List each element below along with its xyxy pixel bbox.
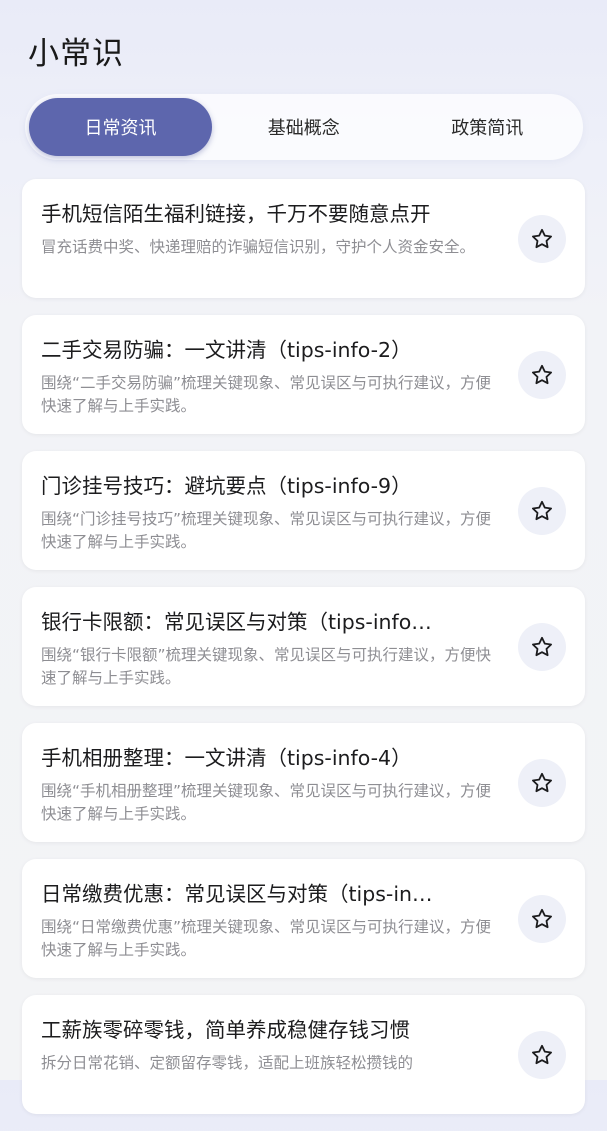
favorite-button[interactable] bbox=[518, 1031, 566, 1079]
article-card[interactable]: 二手交易防骗：一文讲清（tips-info-2） 围绕“二手交易防骗”梳理关键现… bbox=[22, 315, 585, 434]
article-description: 围绕“日常缴费优惠”梳理关键现象、常见误区与可执行建议，方便快速了解与上手实践。 bbox=[41, 918, 492, 959]
article-card[interactable]: 银行卡限额：常见误区与对策（tips-info… 围绕“银行卡限额”梳理关键现象… bbox=[22, 587, 585, 706]
favorite-button[interactable] bbox=[518, 487, 566, 535]
article-list: 手机短信陌生福利链接，千万不要随意点开 冒充话费中奖、快递理赔的诈骗短信识别，守… bbox=[22, 179, 585, 1131]
article-card[interactable]: 手机短信陌生福利链接，千万不要随意点开 冒充话费中奖、快递理赔的诈骗短信识别，守… bbox=[22, 179, 585, 298]
article-title: 工薪族零碎零钱，简单养成稳健存钱习惯 bbox=[41, 1018, 410, 1042]
article-title: 日常缴费优惠：常见误区与对策（tips-in… bbox=[41, 882, 433, 906]
star-outline-icon bbox=[532, 772, 552, 793]
tab-daily-news[interactable]: 日常资讯 bbox=[29, 98, 212, 156]
article-title: 银行卡限额：常见误区与对策（tips-info… bbox=[41, 610, 432, 634]
article-description: 冒充话费中奖、快递理赔的诈骗短信识别，守护个人资金安全。 bbox=[41, 238, 476, 256]
favorite-button[interactable] bbox=[518, 351, 566, 399]
favorite-button[interactable] bbox=[518, 759, 566, 807]
star-outline-icon bbox=[532, 1044, 552, 1065]
star-outline-icon bbox=[532, 228, 552, 249]
star-outline-icon bbox=[532, 500, 552, 521]
favorite-button[interactable] bbox=[518, 623, 566, 671]
article-title: 门诊挂号技巧：避坑要点（tips-info-9） bbox=[41, 474, 412, 498]
star-outline-icon bbox=[532, 636, 552, 657]
article-title: 手机短信陌生福利链接，千万不要随意点开 bbox=[41, 202, 431, 226]
article-description: 拆分日常花销、定额留存零钱，适配上班族轻松攒钱的 bbox=[41, 1054, 414, 1072]
article-card[interactable]: 工薪族零碎零钱，简单养成稳健存钱习惯 拆分日常花销、定额留存零钱，适配上班族轻松… bbox=[22, 995, 585, 1114]
tab-policy-brief[interactable]: 政策简讯 bbox=[396, 98, 580, 156]
article-description: 围绕“银行卡限额”梳理关键现象、常见误区与可执行建议，方便快速了解与上手实践。 bbox=[41, 646, 492, 687]
tab-basic-concepts[interactable]: 基础概念 bbox=[212, 98, 396, 156]
article-card[interactable]: 门诊挂号技巧：避坑要点（tips-info-9） 围绕“门诊挂号技巧”梳理关键现… bbox=[22, 451, 585, 570]
article-title: 二手交易防骗：一文讲清（tips-info-2） bbox=[41, 338, 412, 362]
article-card[interactable]: 手机相册整理：一文讲清（tips-info-4） 围绕“手机相册整理”梳理关键现… bbox=[22, 723, 585, 842]
star-outline-icon bbox=[532, 364, 552, 385]
star-outline-icon bbox=[532, 908, 552, 929]
article-card[interactable]: 日常缴费优惠：常见误区与对策（tips-in… 围绕“日常缴费优惠”梳理关键现象… bbox=[22, 859, 585, 978]
favorite-button[interactable] bbox=[518, 895, 566, 943]
article-title: 手机相册整理：一文讲清（tips-info-4） bbox=[41, 746, 412, 770]
article-description: 围绕“手机相册整理”梳理关键现象、常见误区与可执行建议，方便快速了解与上手实践。 bbox=[41, 782, 492, 823]
category-tabs: 日常资讯 基础概念 政策简讯 bbox=[25, 94, 583, 160]
page-title: 小常识 bbox=[28, 36, 124, 72]
article-description: 围绕“二手交易防骗”梳理关键现象、常见误区与可执行建议，方便快速了解与上手实践。 bbox=[41, 374, 492, 415]
favorite-button[interactable] bbox=[518, 215, 566, 263]
article-description: 围绕“门诊挂号技巧”梳理关键现象、常见误区与可执行建议，方便快速了解与上手实践。 bbox=[41, 510, 492, 551]
